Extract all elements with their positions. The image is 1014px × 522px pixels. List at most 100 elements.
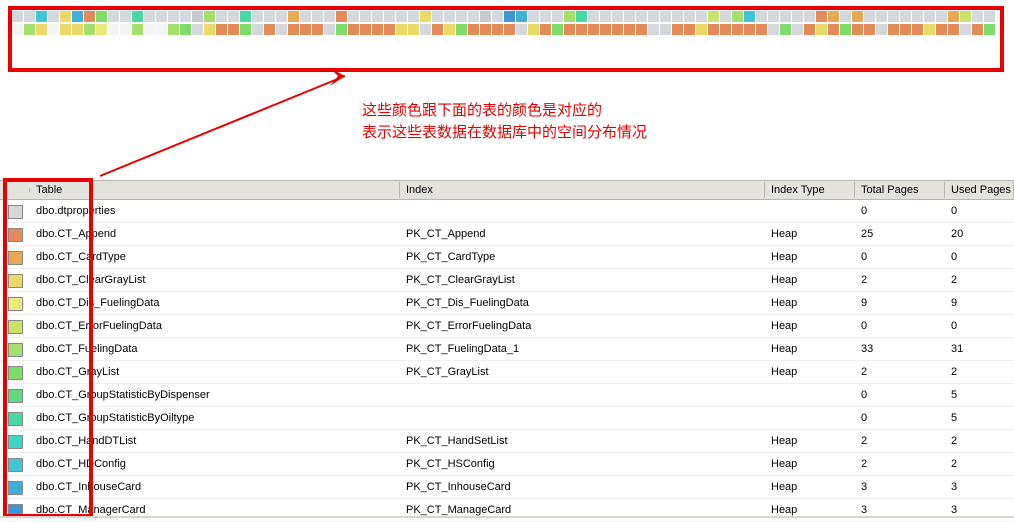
heatmap-cell xyxy=(348,11,359,22)
heatmap-cell xyxy=(708,24,719,35)
heatmap-cell xyxy=(396,24,407,35)
heatmap-cell xyxy=(960,24,971,35)
table-row[interactable]: dbo.CT_GroupStatisticByOiltype05 xyxy=(0,407,1014,430)
heatmap-cell xyxy=(948,24,959,35)
table-row[interactable]: dbo.CT_ErrorFuelingDataPK_CT_ErrorFuelin… xyxy=(0,315,1014,338)
heatmap-cell xyxy=(192,24,203,35)
heatmap-cell xyxy=(408,11,419,22)
heatmap-cell xyxy=(816,11,827,22)
header-index-type[interactable]: Index Type xyxy=(765,182,855,198)
table-row[interactable]: dbo.CT_Dis_FuelingDataPK_CT_Dis_FuelingD… xyxy=(0,292,1014,315)
heatmap-cell xyxy=(144,24,155,35)
row-index-name: PK_CT_HSConfig xyxy=(400,456,765,472)
color-swatch xyxy=(8,320,23,334)
table-row[interactable]: dbo.CT_GroupStatisticByDispenser05 xyxy=(0,384,1014,407)
heatmap-cell xyxy=(36,37,47,48)
heatmap-cell xyxy=(96,24,107,35)
heatmap-cell xyxy=(180,11,191,22)
heatmap-cell xyxy=(588,24,599,35)
heatmap-cell xyxy=(612,11,623,22)
table-row[interactable]: dbo.CT_GrayListPK_CT_GrayListHeap22 xyxy=(0,361,1014,384)
heatmap-cell xyxy=(900,11,911,22)
table-row[interactable]: dbo.CT_ClearGrayListPK_CT_ClearGrayListH… xyxy=(0,269,1014,292)
row-total-pages: 0 xyxy=(855,387,945,403)
heatmap-cell xyxy=(948,11,959,22)
heatmap-cell xyxy=(792,24,803,35)
row-index-name: PK_CT_ClearGrayList xyxy=(400,272,765,288)
heatmap-cell xyxy=(876,37,887,48)
heatmap-cell xyxy=(624,11,635,22)
heatmap-cell xyxy=(12,24,23,35)
row-index-type: Heap xyxy=(765,295,855,311)
header-used-pages[interactable]: Used Pages xyxy=(945,182,1014,198)
heatmap-cell xyxy=(516,24,527,35)
heatmap-cell xyxy=(840,37,851,48)
header-index[interactable]: Index xyxy=(400,182,765,198)
row-index-type: Heap xyxy=(765,272,855,288)
heatmap-cell xyxy=(876,24,887,35)
row-total-pages: 2 xyxy=(855,456,945,472)
heatmap-cell xyxy=(444,24,455,35)
heatmap-cell xyxy=(984,11,995,22)
heatmap-cell xyxy=(624,37,635,48)
row-table-name: dbo.CT_GroupStatisticByDispenser xyxy=(30,387,400,403)
heatmap-cell xyxy=(312,11,323,22)
table-row[interactable]: dbo.dtproperties00 xyxy=(0,200,1014,223)
heatmap-cell xyxy=(768,24,779,35)
row-index-type xyxy=(765,393,855,397)
heatmap-cell xyxy=(876,11,887,22)
row-index-name xyxy=(400,393,765,397)
heatmap-cell xyxy=(516,11,527,22)
row-used-pages: 31 xyxy=(945,341,1014,357)
table-row[interactable]: dbo.CT_AppendPK_CT_AppendHeap2520 xyxy=(0,223,1014,246)
heatmap-cell xyxy=(636,37,647,48)
row-index-type: Heap xyxy=(765,433,855,449)
table-row[interactable]: dbo.CT_FuelingDataPK_CT_FuelingData_1Hea… xyxy=(0,338,1014,361)
color-swatch xyxy=(8,458,23,472)
heatmap-cell xyxy=(36,11,47,22)
table-row[interactable]: dbo.CT_CardTypePK_CT_CardTypeHeap00 xyxy=(0,246,1014,269)
heatmap-cell xyxy=(744,11,755,22)
heatmap-cell xyxy=(612,37,623,48)
table-row[interactable]: dbo.CT_HandDTListPK_CT_HandSetListHeap22 xyxy=(0,430,1014,453)
table-row[interactable]: dbo.CT_ManagerCardPK_CT_ManageCardHeap33 xyxy=(0,499,1014,522)
heatmap-cell xyxy=(576,11,587,22)
heatmap-cell xyxy=(108,11,119,22)
heatmap xyxy=(12,11,1000,49)
annotation-line1: 这些颜色跟下面的表的颜色是对应的 xyxy=(362,100,647,122)
header-color[interactable] xyxy=(0,188,30,192)
row-color-cell xyxy=(0,457,30,472)
heatmap-cell xyxy=(228,11,239,22)
header-table[interactable]: Table xyxy=(30,182,400,198)
heatmap-cell xyxy=(924,24,935,35)
heatmap-cell xyxy=(216,37,227,48)
row-used-pages: 2 xyxy=(945,272,1014,288)
heatmap-cell xyxy=(372,37,383,48)
row-color-cell xyxy=(0,227,30,242)
heatmap-cell xyxy=(156,11,167,22)
heatmap-cell xyxy=(408,37,419,48)
heatmap-cell xyxy=(840,11,851,22)
heatmap-cell xyxy=(948,37,959,48)
heatmap-cell xyxy=(180,37,191,48)
heatmap-cell xyxy=(456,11,467,22)
heatmap-cell xyxy=(276,11,287,22)
row-table-name: dbo.dtproperties xyxy=(30,203,400,219)
heatmap-cell xyxy=(264,37,275,48)
heatmap-cell xyxy=(648,37,659,48)
heatmap-cell xyxy=(240,37,251,48)
heatmap-cell xyxy=(972,11,983,22)
heatmap-cell xyxy=(192,37,203,48)
heatmap-cell xyxy=(60,37,71,48)
table-row[interactable]: dbo.CT_InhouseCardPK_CT_InhouseCardHeap3… xyxy=(0,476,1014,499)
table-row[interactable]: dbo.CT_HDConfigPK_CT_HSConfigHeap22 xyxy=(0,453,1014,476)
header-total-pages[interactable]: Total Pages xyxy=(855,182,945,198)
heatmap-cell xyxy=(108,24,119,35)
heatmap-cell xyxy=(912,24,923,35)
heatmap-cell xyxy=(804,24,815,35)
heatmap-cell xyxy=(360,37,371,48)
heatmap-cell xyxy=(672,11,683,22)
heatmap-cell xyxy=(420,24,431,35)
heatmap-cell xyxy=(432,24,443,35)
heatmap-row xyxy=(12,24,1000,36)
